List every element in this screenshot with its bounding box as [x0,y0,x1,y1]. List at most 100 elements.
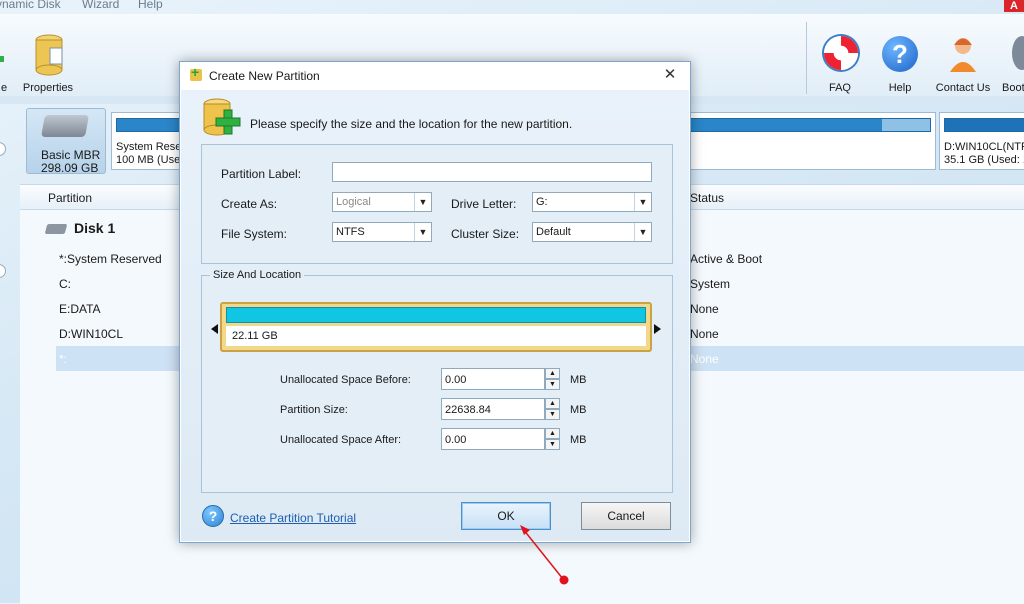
row-partition: C: [59,277,71,291]
unit-label: MB [570,404,587,416]
row-partition: E:DATA [59,302,101,316]
boot-label: Boot [1002,82,1024,94]
drive-letter-label: Drive Letter: [451,197,517,211]
disk-group-name: Disk 1 [74,220,116,236]
cluster-size-select[interactable]: Default ▼ [532,222,652,242]
dialog-titlebar[interactable]: Create New Partition ✕ [180,62,690,90]
menu-help[interactable]: Help [138,0,163,11]
create-as-label: Create As: [221,197,278,211]
dialog-description: Please specify the size and the location… [250,117,573,131]
partition-settings-group: Partition Label: Create As: Logical ▼ Dr… [201,144,673,264]
boot-icon[interactable] [1012,36,1024,70]
cluster-size-value: Default [536,226,571,238]
disk-size: 298.09 GB [41,161,99,175]
green-icon [0,56,4,62]
unallocated-after-input[interactable]: 0.00 [441,428,545,450]
dialog-body: Please specify the size and the location… [181,90,689,541]
spin-up-icon[interactable]: ▲ [545,428,560,439]
row-partition: *: [59,352,68,366]
row-status: None [690,352,719,366]
file-system-select[interactable]: NTFS ▼ [332,222,432,242]
row-partition: D:WIN10CL [59,327,124,341]
chevron-down-icon: ▼ [414,193,431,211]
faq-label: FAQ [828,82,851,94]
properties-label: Properties [22,82,74,94]
right-handle-icon[interactable] [654,324,661,334]
disk-group-label[interactable]: Disk 1 [44,220,116,236]
unit-label: MB [570,434,587,446]
column-partition[interactable]: Partition [48,191,92,205]
partition-bar-size: 22.11 GB [226,326,646,346]
spin-up-icon[interactable]: ▲ [545,398,560,409]
row-status: Active & Boot [690,252,763,266]
row-status: None [690,327,719,341]
partition-block-name: D:WIN10CL(NTFS [944,141,1024,153]
help-label: Help [888,82,912,94]
row-status: System [690,277,731,291]
row-status: None [690,302,719,316]
partition-block-detail: 100 MB (Used [116,154,187,166]
partition-size-value: 22638.84 [445,404,491,416]
create-as-value: Logical [336,196,371,208]
unallocated-after-label: Unallocated Space After: [280,434,402,446]
unallocated-before-input[interactable]: 0.00 [441,368,545,390]
unallocated-before-value: 0.00 [445,374,467,386]
row-partition: *:System Reserved [59,252,162,266]
disk-icon [44,224,68,235]
create-as-select[interactable]: Logical ▼ [332,192,432,212]
cluster-size-label: Cluster Size: [451,227,520,241]
partition-usage-bar [944,118,1024,132]
partition-add-icon [203,98,241,136]
side-expander-icon[interactable] [0,142,6,156]
help-icon[interactable]: ? [882,36,918,72]
size-location-title: Size And Location [210,269,305,281]
help-icon[interactable]: ? [202,505,224,527]
unallocated-before-stepper[interactable]: 0.00 ▲ ▼ [441,368,561,390]
column-status[interactable]: Status [690,191,724,205]
size-location-group: Size And Location 22.11 GB Unallocated S… [201,269,673,493]
spin-down-icon[interactable]: ▼ [545,379,560,390]
unallocated-after-stepper[interactable]: 0.00 ▲ ▼ [441,428,561,450]
partition-label-label: Partition Label: [221,167,302,181]
chevron-down-icon: ▼ [414,223,431,241]
faq-icon[interactable] [824,36,858,70]
menu-wizard[interactable]: Wizard [82,0,119,11]
side-expander-icon[interactable] [0,264,6,278]
menu-dynamic-disk[interactable]: ynamic Disk [0,0,61,11]
partition-block-win10cl[interactable]: D:WIN10CL(NTFS 35.1 GB (Used: 1 [939,112,1024,170]
spin-down-icon[interactable]: ▼ [545,439,560,450]
toolbar-separator [806,22,807,94]
file-system-label: File System: [221,227,288,241]
close-icon[interactable]: ✕ [658,65,682,85]
partition-bar[interactable] [226,307,646,323]
chevron-down-icon: ▼ [634,193,651,211]
partition-block-name: System Reser [116,141,186,153]
partition-bar-size-text: 22.11 GB [232,330,278,342]
partition-size-stepper[interactable]: 22638.84 ▲ ▼ [441,398,561,420]
contact-us-icon[interactable] [948,36,978,72]
unallocated-after-value: 0.00 [445,434,467,446]
unallocated-before-label: Unallocated Space Before: [280,374,411,386]
brand-corner-icon: A [1004,0,1024,12]
cancel-button[interactable]: Cancel [581,502,671,530]
partition-size-slider[interactable]: 22.11 GB [220,302,652,352]
disk-tile[interactable]: Basic MBR 298.09 GB [26,108,106,175]
ok-button[interactable]: OK [461,502,551,530]
menu-bar: ynamic Disk Wizard Help A [0,0,1024,14]
create-partition-icon [190,64,202,81]
properties-button[interactable]: Properties [20,20,76,100]
partition-size-input[interactable]: 22638.84 [441,398,545,420]
contact-us-label: Contact Us [935,82,991,94]
unit-label: MB [570,374,587,386]
spin-down-icon[interactable]: ▼ [545,409,560,420]
partition-label-input[interactable] [332,162,652,182]
file-system-value: NTFS [336,226,365,238]
drive-letter-select[interactable]: G: ▼ [532,192,652,212]
left-handle-icon[interactable] [211,324,218,334]
tutorial-link[interactable]: Create Partition Tutorial [230,511,356,525]
chevron-down-icon: ▼ [634,223,651,241]
spin-up-icon[interactable]: ▲ [545,368,560,379]
partition-size-label: Partition Size: [280,404,348,416]
partition-usage-bar [689,118,931,132]
partition-block-middle[interactable] [689,112,936,170]
